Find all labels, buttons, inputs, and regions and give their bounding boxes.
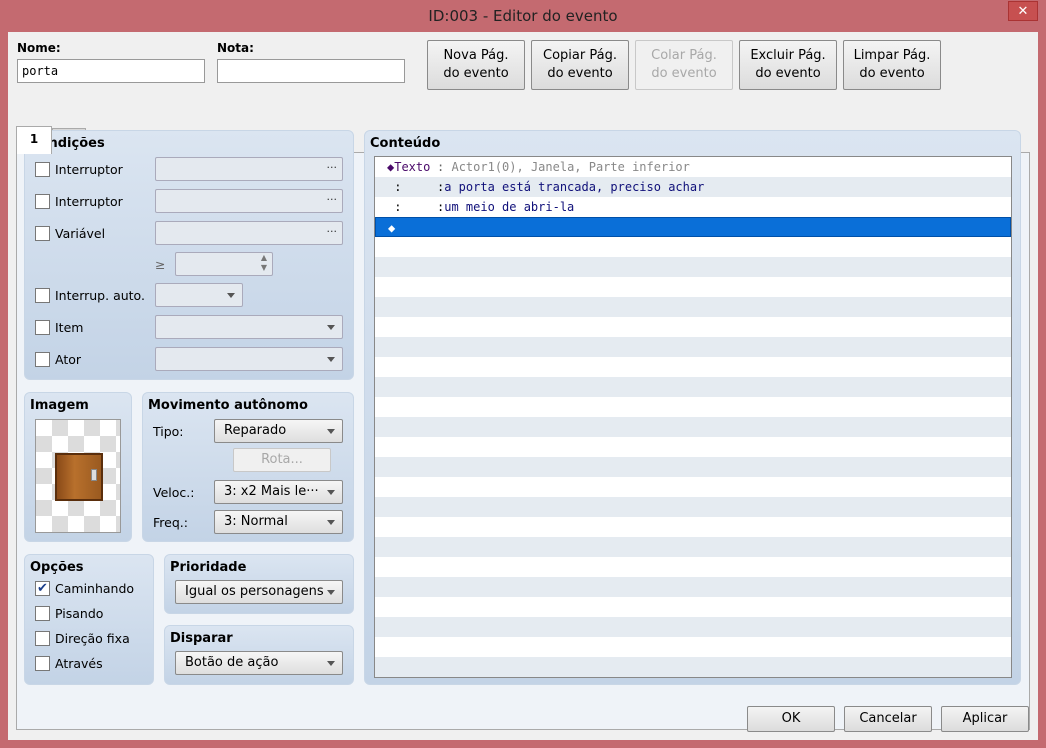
variable-label: Variável (55, 226, 106, 241)
chevron-down-icon (327, 520, 335, 525)
gte-symbol: ≥ (155, 257, 166, 272)
chevron-down-icon (227, 293, 235, 298)
direction-fix-label: Direção fixa (55, 631, 130, 646)
freq-label: Freq.: (153, 515, 188, 530)
switch1-checkbox[interactable] (35, 162, 50, 177)
chevron-down-icon (327, 661, 335, 666)
self-switch-checkbox[interactable] (35, 288, 50, 303)
item-select[interactable] (155, 315, 343, 339)
chevron-down-icon (327, 325, 335, 330)
priority-select[interactable]: Igual os personagens (175, 580, 343, 604)
event-command-list[interactable]: ◆Texto: Actor1(0), Janela, Parte inferio… (374, 156, 1012, 678)
route-button[interactable]: Rota... (233, 448, 331, 472)
actor-select[interactable] (155, 347, 343, 371)
contents-title: Conteúdo (370, 136, 441, 151)
switch2-label: Interruptor (55, 194, 123, 209)
freq-select[interactable]: 3: Normal (214, 510, 343, 534)
switch1-field[interactable]: ··· (155, 157, 343, 181)
movement-title: Movimento autônomo (148, 398, 308, 413)
stepping-label: Pisando (55, 606, 104, 621)
paste-page-button[interactable]: Colar Pág. do evento (635, 40, 733, 90)
priority-title: Prioridade (170, 560, 247, 575)
chevron-down-icon (327, 429, 335, 434)
direction-fix-checkbox[interactable] (35, 631, 50, 646)
chevron-down-icon (327, 357, 335, 362)
ok-button[interactable]: OK (747, 706, 835, 732)
note-label: Nota: (217, 41, 254, 55)
delete-page-button[interactable]: Excluir Pág. do evento (739, 40, 837, 90)
title-bar: ID:003 - Editor do evento (0, 0, 1046, 32)
variable-field[interactable]: ··· (155, 221, 343, 245)
trigger-title: Disparar (170, 631, 233, 646)
item-checkbox[interactable] (35, 320, 50, 335)
actor-label: Ator (55, 352, 82, 367)
door-icon (55, 453, 103, 501)
walking-checkbox[interactable]: ✔ (35, 581, 50, 596)
clear-page-button[interactable]: Limpar Pág. do evento (843, 40, 941, 90)
speed-select[interactable]: 3: x2 Mais le··· (214, 480, 343, 504)
apply-button[interactable]: Aplicar (941, 706, 1029, 732)
type-label: Tipo: (153, 424, 184, 439)
actor-checkbox[interactable] (35, 352, 50, 367)
through-checkbox[interactable] (35, 656, 50, 671)
movement-type-select[interactable]: Reparado (214, 419, 343, 443)
self-switch-select[interactable] (155, 283, 243, 307)
chevron-down-icon (327, 490, 335, 495)
command-row[interactable]: ◆Texto: Actor1(0), Janela, Parte inferio… (375, 157, 1011, 177)
item-label: Item (55, 320, 84, 335)
command-row-selected[interactable]: ◆ (375, 217, 1011, 237)
speed-label: Veloc.: (153, 485, 195, 500)
tab-page-1[interactable]: 1 (16, 126, 52, 154)
window-title: ID:003 - Editor do evento (428, 7, 618, 25)
command-row[interactable]: ::a porta está trancada, preciso achar (375, 177, 1011, 197)
event-image-preview[interactable] (35, 419, 121, 533)
new-page-button[interactable]: Nova Pág. do evento (427, 40, 525, 90)
switch2-field[interactable]: ··· (155, 189, 343, 213)
walking-label: Caminhando (55, 581, 135, 596)
cancel-button[interactable]: Cancelar (844, 706, 932, 732)
variable-checkbox[interactable] (35, 226, 50, 241)
image-title: Imagem (30, 398, 89, 413)
switch2-checkbox[interactable] (35, 194, 50, 209)
trigger-select[interactable]: Botão de ação (175, 651, 343, 675)
options-title: Opções (30, 560, 84, 575)
stepping-checkbox[interactable] (35, 606, 50, 621)
switch1-label: Interruptor (55, 162, 123, 177)
chevron-down-icon (327, 590, 335, 595)
through-label: Através (55, 656, 103, 671)
self-switch-label: Interrup. auto. (55, 288, 145, 303)
command-row[interactable]: ::um meio de abri-la (375, 197, 1011, 217)
close-button[interactable]: ✕ (1008, 1, 1038, 21)
variable-value-spinner[interactable]: ▲ ▼ (175, 252, 273, 276)
name-label: Nome: (17, 41, 61, 55)
note-input[interactable] (217, 59, 405, 83)
copy-page-button[interactable]: Copiar Pág. do evento (531, 40, 629, 90)
name-input[interactable] (17, 59, 205, 83)
